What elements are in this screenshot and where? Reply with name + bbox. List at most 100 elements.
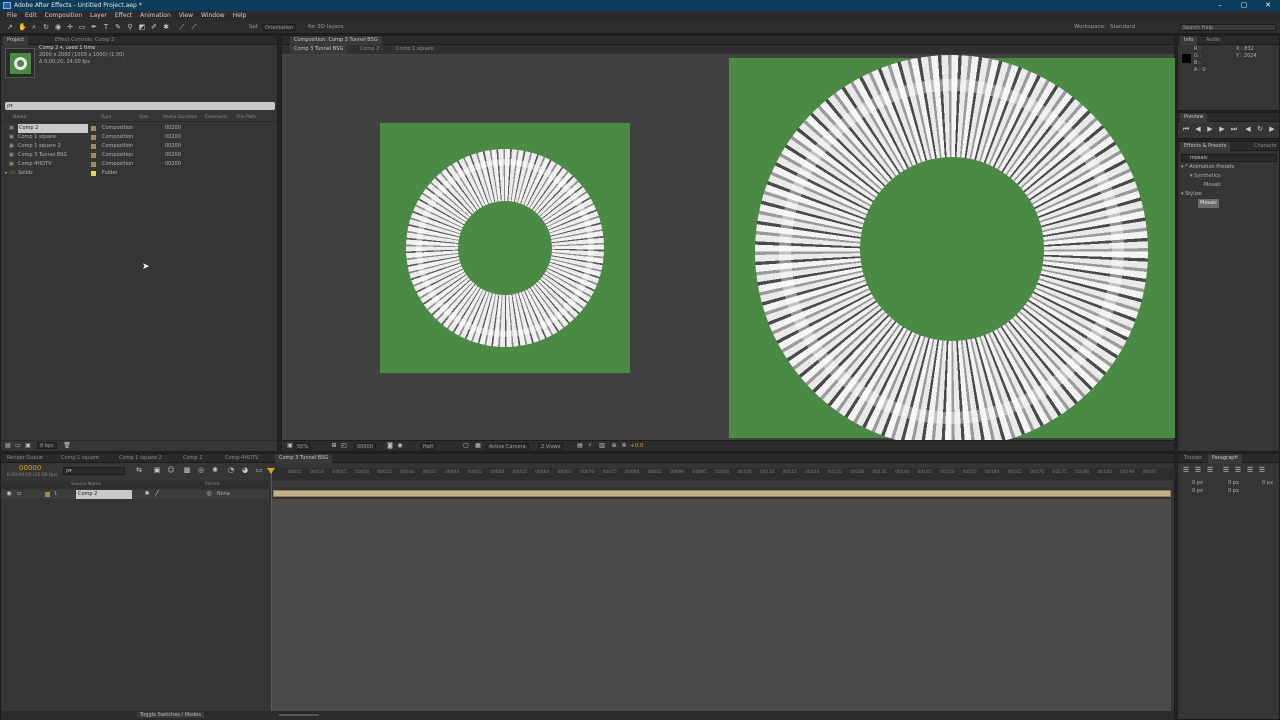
menu-effect[interactable]: Effect xyxy=(111,11,136,21)
hand-tool-icon[interactable]: ✋ xyxy=(18,23,27,31)
expand-triangle-icon[interactable]: ▸ xyxy=(5,169,8,178)
brainstorm-icon[interactable]: ✺ xyxy=(211,466,219,474)
auto-keyframe-icon[interactable]: ◔ xyxy=(227,466,235,474)
world-axis-icon[interactable]: ⟋ xyxy=(190,23,198,31)
reset-exposure-icon[interactable]: ✲ xyxy=(620,442,628,450)
project-bpc-button[interactable]: 8 bpc xyxy=(37,442,57,449)
grid-icon[interactable]: ⊞ xyxy=(330,442,338,450)
justify-center-icon[interactable]: ☰ xyxy=(1234,466,1242,474)
magnification-dropdown[interactable]: 50% xyxy=(294,443,312,450)
tree-synthetics[interactable]: ▾ Synthetics xyxy=(1190,172,1220,181)
tree-stylize[interactable]: ▾ Stylize xyxy=(1181,190,1202,199)
menu-animation[interactable]: Animation xyxy=(136,11,175,21)
first-frame-icon[interactable]: ⏮ xyxy=(1182,125,1190,133)
timeline-timecode[interactable]: 00000 xyxy=(19,464,41,472)
camera-view-dropdown[interactable]: Active Camera xyxy=(486,443,529,450)
eraser-tool-icon[interactable]: ◩ xyxy=(138,23,146,31)
tab-info[interactable]: Info xyxy=(1180,36,1198,45)
timeline-icon[interactable]: ▥ xyxy=(598,442,606,450)
comp-view-left[interactable] xyxy=(380,123,630,373)
draft-3d-icon[interactable]: ▣ xyxy=(153,466,161,474)
ram-preview-icon[interactable]: ▶ xyxy=(1268,125,1276,133)
project-search-input[interactable]: ρ▾ xyxy=(5,102,275,110)
tab-comp-2[interactable]: Comp 2 xyxy=(179,454,206,463)
snapshot-icon[interactable]: ◙ xyxy=(386,442,394,450)
label-color-swatch[interactable] xyxy=(91,153,96,158)
comp-mini-flowchart-icon[interactable]: ⇆ xyxy=(135,466,143,474)
tab-comp-1-square-2[interactable]: Comp 1 square 2 xyxy=(115,454,166,463)
layer-row[interactable]: ◉ ▫ 1 Comp 2 ✱ ╱ ◎ None xyxy=(1,490,269,499)
layer-label-swatch[interactable] xyxy=(45,492,50,497)
project-item-row[interactable]: ▣ Comp 4HDTV Composition 00200 xyxy=(5,160,275,169)
previous-frame-icon[interactable]: ◀ xyxy=(1194,125,1202,133)
mask-visibility-icon[interactable]: ◰ xyxy=(340,442,348,450)
show-channel-icon[interactable]: ◉ xyxy=(396,442,404,450)
selection-tool-icon[interactable]: ➚ xyxy=(6,23,14,31)
type-tool-icon[interactable]: T xyxy=(102,23,110,31)
local-axis-icon[interactable]: ⟋ xyxy=(178,23,186,31)
menu-composition[interactable]: Composition xyxy=(41,11,86,21)
column-type[interactable]: Type xyxy=(101,115,111,120)
timeline-search-input[interactable]: ρ▾ xyxy=(63,467,125,475)
tab-preview[interactable]: Preview xyxy=(1180,113,1208,122)
next-frame-icon[interactable]: ▶ xyxy=(1218,125,1226,133)
view-layout-dropdown[interactable]: 2 Views xyxy=(538,443,564,450)
column-parent[interactable]: Parent xyxy=(205,482,219,487)
tab-tracker[interactable]: Tracker xyxy=(1180,454,1206,463)
current-time-indicator[interactable] xyxy=(271,468,272,711)
project-item-row[interactable]: ▸ ▭ Solids Folder xyxy=(5,169,275,178)
justify-left-icon[interactable]: ☰ xyxy=(1222,466,1230,474)
brush-tool-icon[interactable]: ✎ xyxy=(114,23,122,31)
menu-help[interactable]: Help xyxy=(229,11,251,21)
lock-icon[interactable]: ▫ xyxy=(15,490,23,498)
label-color-swatch[interactable] xyxy=(91,171,96,176)
label-color-swatch[interactable] xyxy=(91,162,96,167)
audio-icon[interactable]: ◀ xyxy=(1244,125,1252,133)
shy-layers-icon[interactable]: ☺ xyxy=(167,466,175,474)
clone-tool-icon[interactable]: ⚲ xyxy=(126,23,134,31)
menu-file[interactable]: File xyxy=(3,11,21,21)
tab-effects-presets[interactable]: Effects & Presets xyxy=(1180,142,1231,151)
interpret-footage-icon[interactable]: ▤ xyxy=(4,442,12,450)
justify-right-icon[interactable]: ☰ xyxy=(1246,466,1254,474)
label-color-swatch[interactable] xyxy=(91,135,96,140)
fast-previews-icon[interactable]: ⚡ xyxy=(586,442,594,450)
workspace-dropdown[interactable]: Standard xyxy=(1110,24,1135,30)
time-ruler[interactable]: 00005 00010 00015 00020 00025 00030 00035 00040… xyxy=(271,468,1175,480)
new-composition-icon[interactable]: ▣ xyxy=(24,442,32,450)
flowchart-icon[interactable]: ⊕ xyxy=(610,442,618,450)
roto-brush-tool-icon[interactable]: ✐ xyxy=(150,23,158,31)
column-name[interactable]: Name xyxy=(13,115,26,120)
tab-character[interactable]: Characte xyxy=(1250,142,1280,151)
effects-search-input[interactable]: mosaic xyxy=(1181,154,1277,162)
menu-edit[interactable]: Edit xyxy=(21,11,41,21)
camera-tool-icon[interactable]: ◉ xyxy=(54,23,62,31)
work-area-bar[interactable] xyxy=(271,481,1171,487)
comp-view-right[interactable] xyxy=(729,55,1175,448)
zoom-slider[interactable] xyxy=(279,714,319,716)
loop-icon[interactable]: ↻ xyxy=(1256,125,1264,133)
orientation-dropdown[interactable]: Orientation xyxy=(262,24,297,31)
menu-layer[interactable]: Layer xyxy=(86,11,111,21)
menu-view[interactable]: View xyxy=(175,11,197,21)
space-after-value[interactable]: 0 px xyxy=(1228,487,1239,496)
current-time-display[interactable]: 00000 xyxy=(354,443,376,450)
tab-comp-4hdtv[interactable]: Comp 4HDTV xyxy=(221,454,262,463)
tree-preset-mosaic[interactable]: Mosaic xyxy=(1204,181,1221,190)
pan-behind-tool-icon[interactable]: ✛ xyxy=(66,23,74,31)
graph-editor-icon[interactable]: ◕ xyxy=(241,466,249,474)
tab-paragraph[interactable]: Paragraph xyxy=(1208,454,1242,463)
tab-comp-1-square[interactable]: Comp 1 square xyxy=(57,454,103,463)
align-right-icon[interactable]: ☰ xyxy=(1206,466,1214,474)
project-item-row[interactable]: ▣ Comp 2 Composition 00200 xyxy=(5,124,275,133)
rotate-tool-icon[interactable]: ↻ xyxy=(42,23,50,31)
column-file-path[interactable]: File Path xyxy=(237,115,256,120)
tree-animation-presets[interactable]: ▾ * Animation Presets xyxy=(1181,163,1234,172)
last-frame-icon[interactable]: ⏭ xyxy=(1230,125,1238,133)
motion-blur-icon[interactable]: ◎ xyxy=(197,466,205,474)
parent-pickwhip-icon[interactable]: ◎ xyxy=(205,490,213,498)
close-button[interactable]: ✕ xyxy=(1256,0,1280,11)
exposure-value[interactable]: +0.0 xyxy=(630,443,643,449)
tab-comp-3-tunnel[interactable]: Comp 3 Tunnel BSG xyxy=(275,454,333,463)
justify-all-icon[interactable]: ☰ xyxy=(1258,466,1266,474)
